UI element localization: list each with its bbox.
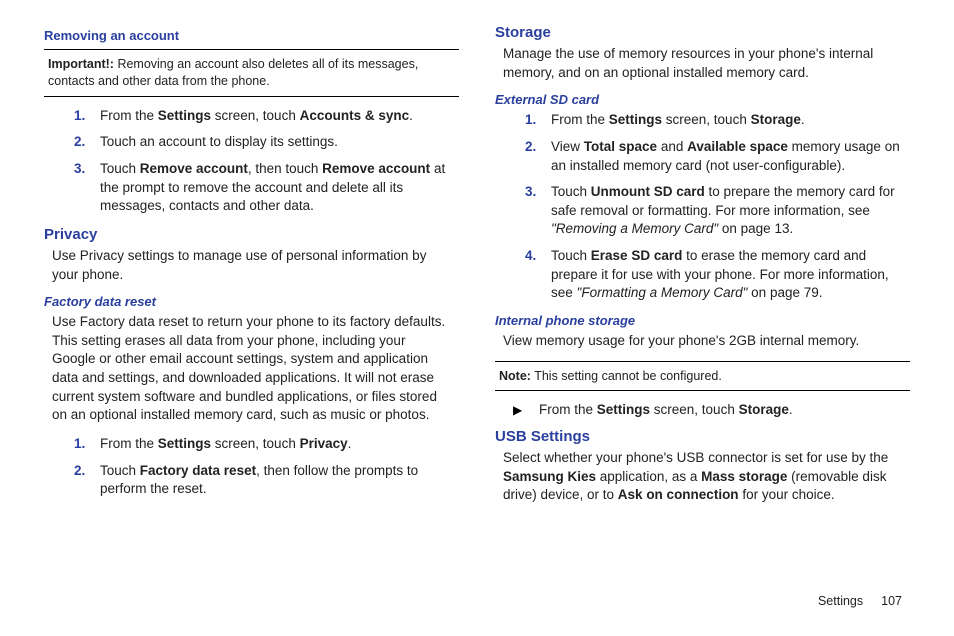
text-bold: Settings [158, 108, 211, 123]
footer-section-label: Settings [818, 594, 863, 608]
note-callout: Note: This setting cannot be configured. [495, 361, 910, 392]
text: . [801, 112, 805, 127]
text-bold: Settings [158, 436, 211, 451]
text: on page 13. [718, 221, 793, 236]
heading-external-sd: External SD card [495, 92, 910, 107]
external-sd-steps: From the Settings screen, touch Storage.… [525, 111, 910, 303]
left-column: Removing an account Important!: Removing… [44, 24, 459, 584]
text-bold: Mass storage [701, 469, 787, 484]
privacy-paragraph: Use Privacy settings to manage use of pe… [52, 247, 451, 284]
xref-text: From the Settings screen, touch Storage. [539, 401, 793, 420]
heading-internal-storage: Internal phone storage [495, 313, 910, 328]
text: . [348, 436, 352, 451]
text: . [789, 402, 793, 417]
removing-steps: From the Settings screen, touch Accounts… [74, 107, 459, 216]
text-bold: Settings [597, 402, 650, 417]
text: screen, touch [211, 436, 300, 451]
text-italic: "Formatting a Memory Card" [577, 285, 748, 300]
page-content: Removing an account Important!: Removing… [0, 0, 954, 600]
text-bold: Unmount SD card [591, 184, 705, 199]
callout-lead: Note: [499, 369, 531, 383]
internal-storage-paragraph: View memory usage for your phone's 2GB i… [503, 332, 902, 351]
text-bold: Ask on connection [618, 487, 739, 502]
text-bold: Samsung Kies [503, 469, 596, 484]
usb-paragraph: Select whether your phone's USB connecto… [503, 449, 902, 505]
text-bold: Remove account [140, 161, 248, 176]
page-footer: Settings 107 [818, 594, 902, 608]
factory-paragraph: Use Factory data reset to return your ph… [52, 313, 451, 425]
text: From the [539, 402, 597, 417]
text: Touch [551, 184, 591, 199]
text: Select whether your phone's USB connecto… [503, 450, 888, 465]
text-bold: Remove account [322, 161, 430, 176]
heading-removing-account: Removing an account [44, 28, 459, 43]
text: and [657, 139, 687, 154]
text-bold: Settings [609, 112, 662, 127]
factory-steps: From the Settings screen, touch Privacy.… [74, 435, 459, 499]
text: Touch [100, 463, 140, 478]
text: application, as a [596, 469, 701, 484]
callout-body: This setting cannot be configured. [531, 369, 722, 383]
text: screen, touch [211, 108, 300, 123]
text: View [551, 139, 584, 154]
list-item: Touch Factory data reset, then follow th… [74, 462, 459, 499]
text: From the [100, 108, 158, 123]
list-item: Touch Erase SD card to erase the memory … [525, 247, 910, 303]
text: Touch [100, 161, 140, 176]
list-item: Touch Unmount SD card to prepare the mem… [525, 183, 910, 239]
heading-factory-reset: Factory data reset [44, 294, 459, 309]
list-item: From the Settings screen, touch Accounts… [74, 107, 459, 126]
right-column: Storage Manage the use of memory resourc… [495, 24, 910, 584]
text: . [409, 108, 413, 123]
list-item: Touch an account to display its settings… [74, 133, 459, 152]
arrow-icon: ▶ [513, 402, 539, 420]
storage-paragraph: Manage the use of memory resources in yo… [503, 45, 902, 82]
text: on page 79. [747, 285, 822, 300]
text-bold: Available space [687, 139, 788, 154]
text-bold: Accounts & sync [300, 108, 410, 123]
text: , then touch [248, 161, 322, 176]
text: screen, touch [662, 112, 751, 127]
text: From the [551, 112, 609, 127]
list-item: Touch Remove account, then touch Remove … [74, 160, 459, 216]
important-callout: Important!: Removing an account also del… [44, 49, 459, 97]
footer-page-number: 107 [881, 594, 902, 608]
text-bold: Erase SD card [591, 248, 683, 263]
text-italic: "Removing a Memory Card" [551, 221, 718, 236]
list-item: View Total space and Available space mem… [525, 138, 910, 175]
heading-privacy: Privacy [44, 226, 459, 243]
heading-storage: Storage [495, 24, 910, 41]
text: From the [100, 436, 158, 451]
list-item: From the Settings screen, touch Privacy. [74, 435, 459, 454]
text: Touch [551, 248, 591, 263]
text: screen, touch [650, 402, 739, 417]
text-bold: Total space [584, 139, 657, 154]
text-bold: Storage [751, 112, 801, 127]
text: for your choice. [739, 487, 835, 502]
xref-row: ▶ From the Settings screen, touch Storag… [513, 401, 910, 420]
text-bold: Factory data reset [140, 463, 256, 478]
list-item: From the Settings screen, touch Storage. [525, 111, 910, 130]
text-bold: Privacy [300, 436, 348, 451]
heading-usb-settings: USB Settings [495, 428, 910, 445]
callout-lead: Important!: [48, 57, 114, 71]
text-bold: Storage [739, 402, 789, 417]
